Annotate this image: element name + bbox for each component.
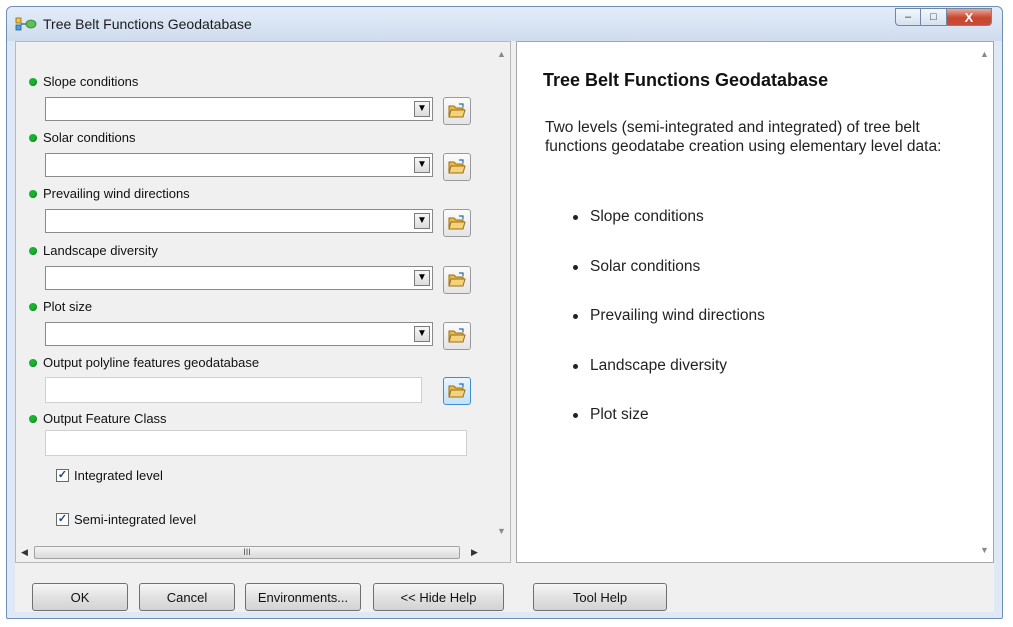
required-dot-icon xyxy=(29,77,37,86)
maximize-icon: □ xyxy=(930,11,937,23)
help-pane[interactable]: Tree Belt Functions Geodatabase Two leve… xyxy=(516,41,994,563)
help-title: Tree Belt Functions Geodatabase xyxy=(543,70,829,90)
minimize-button[interactable]: – xyxy=(895,8,921,26)
ok-button[interactable]: OK xyxy=(32,583,128,611)
open-folder-icon xyxy=(448,103,466,118)
browse-solar-button[interactable] xyxy=(443,153,471,181)
parameters-pane[interactable]: Slope conditions ▼ Solar conditions ▼ Pr… xyxy=(15,41,511,563)
scroll-down-arrow-icon[interactable]: ▼ xyxy=(493,523,510,540)
list-item: Plot size xyxy=(573,406,765,456)
scroll-down-arrow-icon[interactable]: ▼ xyxy=(976,542,993,559)
minimize-icon: – xyxy=(904,11,912,23)
output-feature-class-field[interactable] xyxy=(45,430,467,456)
wind-directions-combo[interactable]: ▼ xyxy=(45,209,433,233)
param-label-solar: Solar conditions xyxy=(29,130,136,145)
browse-plot-size-button[interactable] xyxy=(443,322,471,350)
semi-integrated-level-checkbox[interactable]: ✓ xyxy=(56,513,69,526)
horizontal-scroll-thumb[interactable]: III xyxy=(34,546,460,559)
required-dot-icon xyxy=(29,414,37,423)
close-icon: X xyxy=(964,9,974,25)
dropdown-arrow-icon[interactable]: ▼ xyxy=(414,157,430,173)
required-dot-icon xyxy=(29,189,37,198)
model-tool-icon xyxy=(15,17,37,31)
open-folder-icon xyxy=(448,272,466,287)
param-label-output-feature-class: Output Feature Class xyxy=(29,411,167,426)
required-dot-icon xyxy=(29,358,37,367)
browse-slope-button[interactable] xyxy=(443,97,471,125)
param-label-slope: Slope conditions xyxy=(29,74,138,89)
list-item: Prevailing wind directions xyxy=(573,307,765,357)
scroll-right-arrow-icon[interactable]: ▶ xyxy=(466,544,483,561)
plot-size-combo[interactable]: ▼ xyxy=(45,322,433,346)
bullet-icon xyxy=(573,264,578,270)
open-folder-icon xyxy=(448,159,466,174)
hide-help-button[interactable]: << Hide Help xyxy=(373,583,504,611)
window-controls: – □ X xyxy=(895,8,992,28)
browse-wind-button[interactable] xyxy=(443,209,471,237)
bullet-icon xyxy=(573,215,578,220)
dialog-client-area: Slope conditions ▼ Solar conditions ▼ Pr… xyxy=(15,41,994,612)
list-item: Landscape diversity xyxy=(573,357,765,407)
landscape-diversity-combo[interactable]: ▼ xyxy=(45,266,433,290)
list-item: Slope conditions xyxy=(573,208,765,258)
tool-dialog-window: Tree Belt Functions Geodatabase – □ X Sl… xyxy=(6,6,1003,619)
help-bullet-list: Slope conditions Solar conditions Prevai… xyxy=(573,208,765,456)
integrated-level-row[interactable]: ✓ Integrated level xyxy=(56,468,163,483)
dropdown-arrow-icon[interactable]: ▼ xyxy=(414,270,430,286)
dropdown-arrow-icon[interactable]: ▼ xyxy=(414,213,430,229)
dropdown-arrow-icon[interactable]: ▼ xyxy=(414,101,430,117)
help-intro-text: Two levels (semi-integrated and integrat… xyxy=(545,119,942,155)
param-label-plot-size: Plot size xyxy=(29,299,92,314)
tool-help-button[interactable]: Tool Help xyxy=(533,583,667,611)
bullet-icon xyxy=(573,363,578,369)
cancel-button[interactable]: Cancel xyxy=(139,583,235,611)
scroll-grip-icon: III xyxy=(243,547,251,557)
scroll-left-arrow-icon[interactable]: ◀ xyxy=(16,544,33,561)
param-label-landscape: Landscape diversity xyxy=(29,243,158,258)
dropdown-arrow-icon[interactable]: ▼ xyxy=(414,326,430,342)
open-folder-icon xyxy=(448,215,466,230)
open-folder-icon xyxy=(448,328,466,343)
bullet-icon xyxy=(573,314,578,319)
title-bar[interactable]: Tree Belt Functions Geodatabase – □ X xyxy=(7,7,1002,41)
param-label-wind: Prevailing wind directions xyxy=(29,186,190,201)
required-dot-icon xyxy=(29,133,37,142)
parameters-vertical-scrollbar[interactable]: ▲ ▼ xyxy=(493,42,510,545)
environments-button[interactable]: Environments... xyxy=(245,583,361,611)
parameters-horizontal-scrollbar[interactable]: ◀ III ▶ xyxy=(16,544,493,562)
slope-conditions-combo[interactable]: ▼ xyxy=(45,97,433,121)
list-item: Solar conditions xyxy=(573,258,765,308)
output-geodatabase-field[interactable] xyxy=(45,377,422,403)
browse-output-geodatabase-button[interactable] xyxy=(443,377,471,405)
integrated-level-checkbox[interactable]: ✓ xyxy=(56,469,69,482)
required-dot-icon xyxy=(29,302,37,311)
bullet-icon xyxy=(573,413,578,418)
required-dot-icon xyxy=(29,246,37,255)
param-label-output-geodatabase: Output polyline features geodatabase xyxy=(29,355,259,370)
scroll-up-arrow-icon[interactable]: ▲ xyxy=(493,46,510,63)
solar-conditions-combo[interactable]: ▼ xyxy=(45,153,433,177)
scroll-up-arrow-icon[interactable]: ▲ xyxy=(976,46,993,63)
help-vertical-scrollbar[interactable]: ▲ ▼ xyxy=(976,42,993,562)
maximize-button[interactable]: □ xyxy=(921,8,947,26)
semi-integrated-level-row[interactable]: ✓ Semi-integrated level xyxy=(56,512,196,527)
open-folder-icon xyxy=(448,383,466,398)
window-title: Tree Belt Functions Geodatabase xyxy=(43,16,252,32)
close-button[interactable]: X xyxy=(947,8,992,26)
browse-landscape-button[interactable] xyxy=(443,266,471,294)
